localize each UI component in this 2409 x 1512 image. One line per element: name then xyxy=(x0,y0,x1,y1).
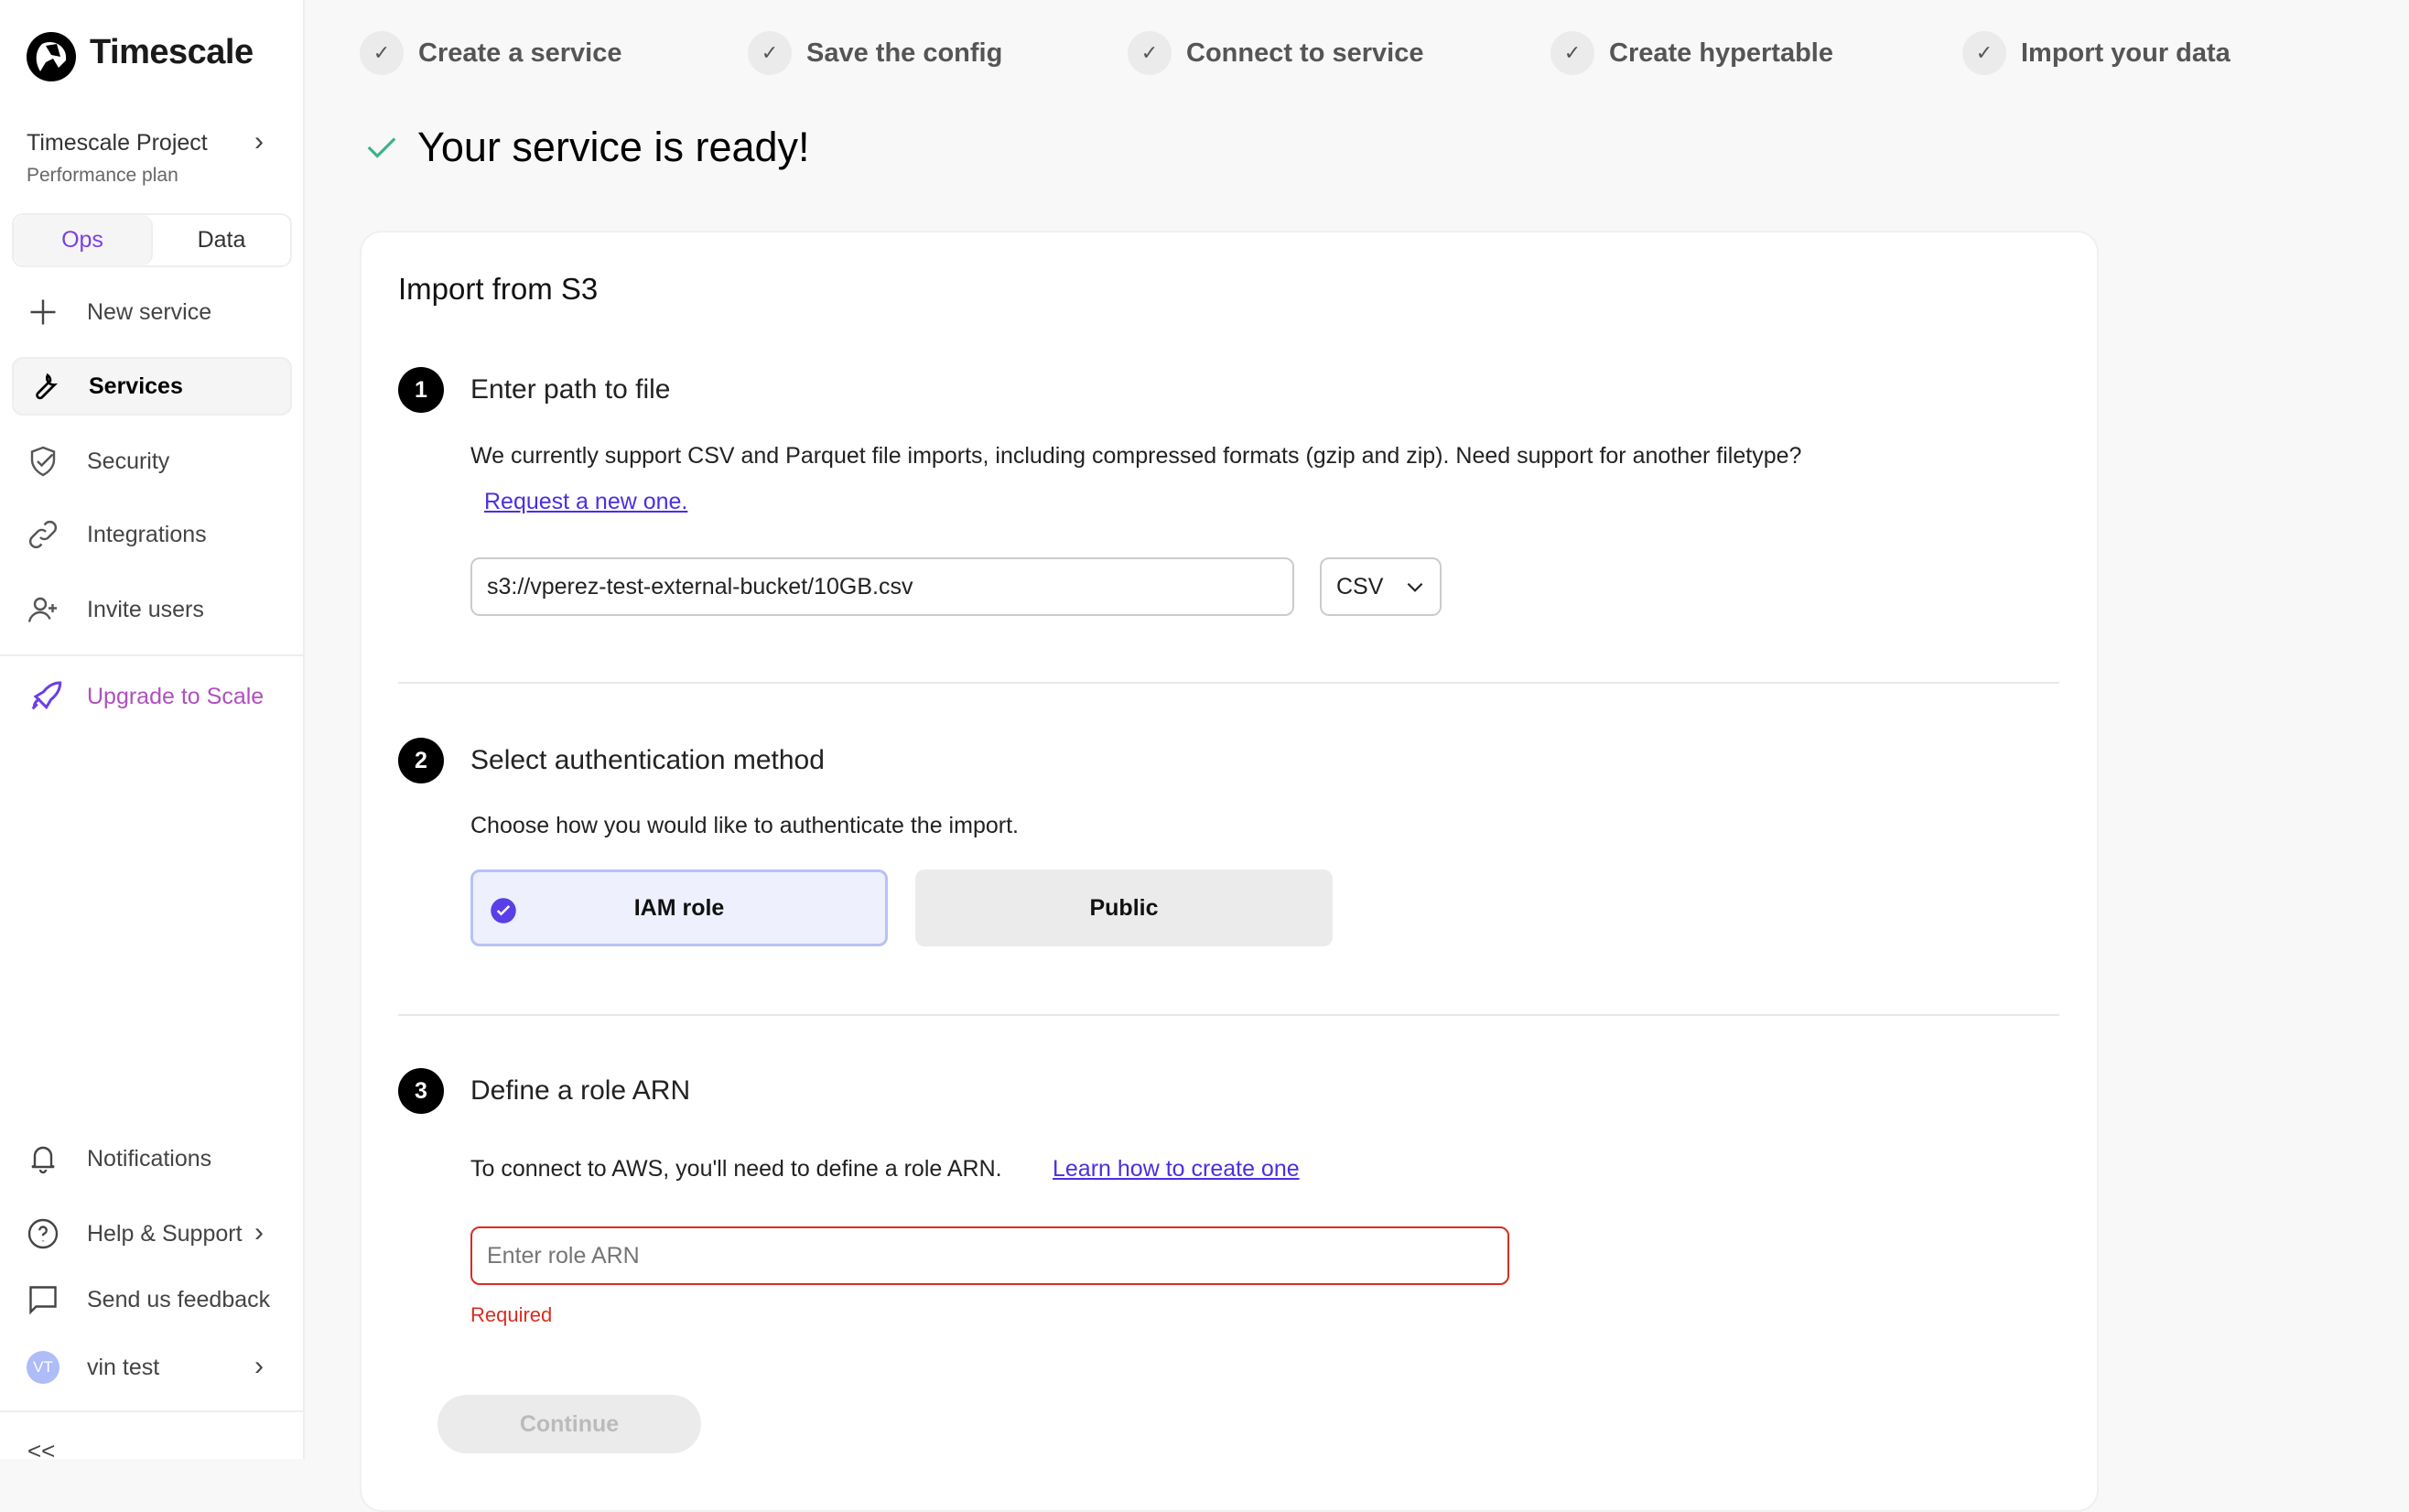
step-number: 1 xyxy=(398,367,444,413)
timescale-logo-icon xyxy=(27,32,76,81)
divider xyxy=(0,1410,305,1412)
chevron-right-icon[interactable]: › xyxy=(254,1217,264,1248)
check-icon: ✓ xyxy=(1962,31,2006,75)
message-icon xyxy=(29,1286,57,1315)
user-name: vin test xyxy=(87,1354,160,1380)
learn-role-arn-link[interactable]: Learn how to create one xyxy=(1053,1156,1300,1183)
continue-button[interactable]: Continue xyxy=(438,1395,701,1453)
ops-data-tabs: Ops Data xyxy=(12,213,292,267)
section-title: Enter path to file xyxy=(470,374,671,405)
sidebar-item-invite-users[interactable]: Invite users xyxy=(12,580,292,639)
brand-name: Timescale xyxy=(90,33,254,71)
s3-path-input[interactable]: s3://vperez-test-external-bucket/10GB.cs… xyxy=(470,557,1294,616)
chevron-right-icon[interactable]: › xyxy=(254,126,264,157)
sidebar-item-new-service[interactable]: New service xyxy=(12,283,292,341)
sidebar-item-help-support[interactable]: Help & Support xyxy=(12,1204,292,1263)
sidebar-item-label: Integrations xyxy=(87,521,207,547)
sidebar-item-label: New service xyxy=(87,298,212,325)
collapse-sidebar-icon[interactable]: << xyxy=(27,1437,55,1465)
project-name[interactable]: Timescale Project xyxy=(27,130,208,157)
avatar: VT xyxy=(27,1351,59,1384)
divider xyxy=(398,1014,2059,1016)
tab-ops[interactable]: Ops xyxy=(14,215,153,265)
error-message: Required xyxy=(470,1303,553,1326)
check-icon: ✓ xyxy=(748,31,792,75)
help-circle-icon xyxy=(27,1218,59,1249)
request-filetype-link[interactable]: Request a new one. xyxy=(484,489,687,515)
radio-checked-icon xyxy=(491,898,516,923)
plus-icon xyxy=(30,299,56,325)
divider xyxy=(398,682,2059,684)
sidebar-item-feedback[interactable]: Send us feedback xyxy=(12,1270,292,1329)
section-description: To connect to AWS, you'll need to define… xyxy=(470,1156,1002,1182)
auth-option-iam-role[interactable]: IAM role xyxy=(470,869,888,946)
sidebar: Timescale Timescale Project Performance … xyxy=(0,0,305,1464)
upgrade-label: Upgrade to Scale xyxy=(87,683,265,709)
chevron-down-icon xyxy=(1407,582,1423,592)
sidebar-item-label: Invite users xyxy=(87,596,204,622)
step-connect: ✓ Connect to service xyxy=(1128,31,1423,75)
chevron-right-icon[interactable]: › xyxy=(254,1351,264,1382)
step-save-config: ✓ Save the config xyxy=(748,31,1002,75)
link-icon xyxy=(29,521,57,548)
step-import: ✓ Import your data xyxy=(1962,31,2231,75)
ready-heading: Your service is ready! xyxy=(364,124,810,171)
shield-check-icon xyxy=(30,446,56,477)
step-create-service: ✓ Create a service xyxy=(360,31,622,75)
step-label: Create a service xyxy=(418,38,622,68)
section-description: We currently support CSV and Parquet fil… xyxy=(470,443,1802,469)
auth-option-public[interactable]: Public xyxy=(915,869,1333,946)
format-value: CSV xyxy=(1336,573,1384,599)
role-arn-input[interactable] xyxy=(470,1226,1509,1285)
step-number: 2 xyxy=(398,738,444,783)
sidebar-item-label: Security xyxy=(87,448,170,474)
page-title: Your service is ready! xyxy=(417,124,810,170)
check-icon xyxy=(367,137,396,158)
option-label: Public xyxy=(1089,894,1159,921)
user-plus-icon xyxy=(27,597,57,622)
card-title: Import from S3 xyxy=(398,272,599,306)
step-label: Connect to service xyxy=(1186,38,1424,68)
bell-icon xyxy=(31,1146,55,1174)
step-hypertable: ✓ Create hypertable xyxy=(1550,31,1833,75)
wrench-icon xyxy=(36,373,59,400)
check-icon: ✓ xyxy=(1550,31,1594,75)
step-label: Create hypertable xyxy=(1609,38,1833,68)
sidebar-item-services[interactable]: Services xyxy=(12,357,292,416)
option-label: IAM role xyxy=(633,894,725,921)
sidebar-item-label: Help & Support xyxy=(87,1220,243,1247)
rocket-icon xyxy=(31,681,62,710)
sidebar-item-notifications[interactable]: Notifications xyxy=(12,1129,292,1188)
user-menu[interactable]: VT vin test xyxy=(12,1338,292,1397)
upgrade-to-scale-link[interactable]: Upgrade to Scale xyxy=(12,667,292,726)
section-title: Define a role ARN xyxy=(470,1075,691,1106)
project-plan: Performance plan xyxy=(27,165,178,186)
divider xyxy=(0,654,305,656)
sidebar-item-security[interactable]: Security xyxy=(12,432,292,491)
format-select[interactable]: CSV xyxy=(1320,557,1442,616)
tab-data[interactable]: Data xyxy=(153,215,290,265)
step-label: Import your data xyxy=(2021,38,2231,68)
sidebar-item-label: Services xyxy=(89,373,183,399)
sidebar-item-label: Send us feedback xyxy=(87,1286,271,1312)
section-description: Choose how you would like to authenticat… xyxy=(470,813,1019,838)
check-icon: ✓ xyxy=(360,31,404,75)
sidebar-item-label: Notifications xyxy=(87,1145,212,1172)
step-label: Save the config xyxy=(806,38,1003,68)
step-number: 3 xyxy=(398,1068,444,1114)
section-title: Select authentication method xyxy=(470,745,825,775)
sidebar-item-integrations[interactable]: Integrations xyxy=(12,505,292,564)
check-icon: ✓ xyxy=(1128,31,1172,75)
